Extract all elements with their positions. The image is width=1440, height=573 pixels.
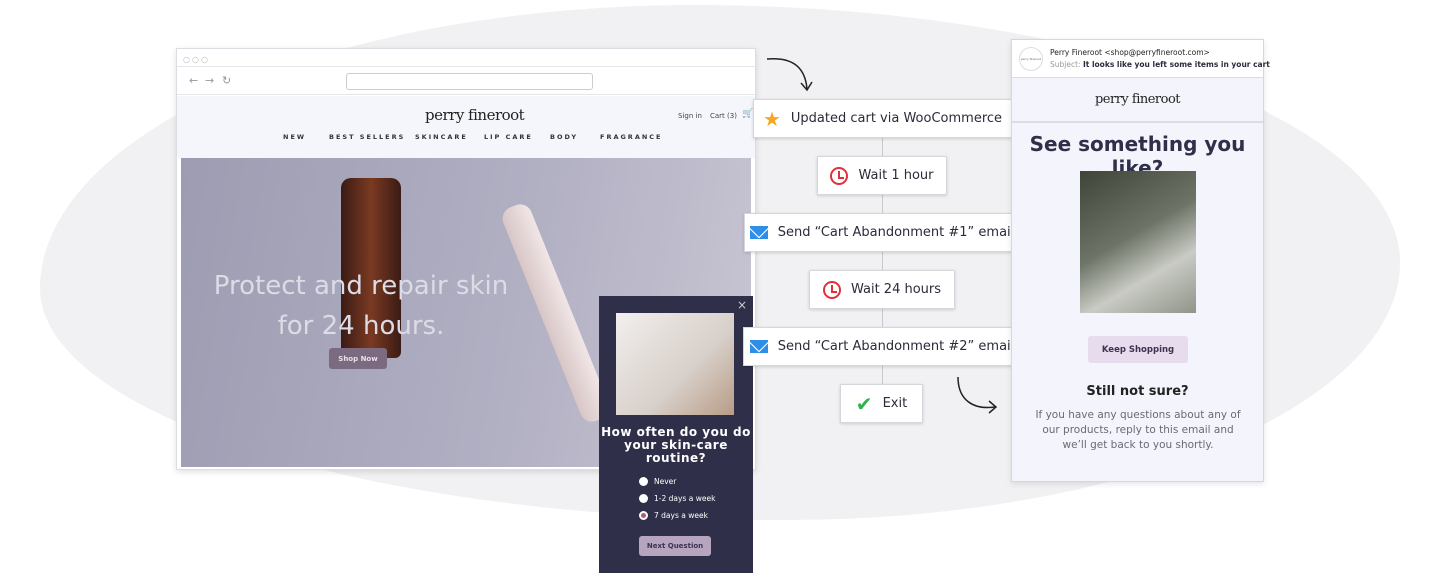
workflow-email-2[interactable]: Send “Cart Abandonment #2” email bbox=[743, 327, 1021, 366]
next-question-button[interactable]: Next Question bbox=[639, 536, 711, 556]
envelope-icon bbox=[749, 340, 768, 353]
radio-icon[interactable] bbox=[639, 494, 648, 503]
arrow-icon bbox=[766, 57, 813, 92]
popup-question: How often do you do your skin-care routi… bbox=[601, 425, 751, 465]
email-body-text: If you have any questions about any of o… bbox=[1035, 409, 1241, 451]
sign-in-link[interactable]: Sign in bbox=[678, 112, 702, 120]
email-from: Perry Fineroot <shop@perryfineroot.com> bbox=[1050, 48, 1210, 57]
email-logo: perry fineroot bbox=[1094, 92, 1181, 107]
hero-title: Protect and repair skin for 24 hours. bbox=[213, 271, 509, 341]
step-label: Exit bbox=[882, 396, 908, 411]
subject-text: It looks like you left some items in you… bbox=[1082, 60, 1270, 69]
menu-body[interactable]: BODY bbox=[550, 133, 578, 141]
step-label: Updated cart via WooCommerce bbox=[790, 111, 1003, 126]
clock-icon bbox=[830, 166, 849, 185]
arrow-icon bbox=[957, 376, 998, 414]
close-icon[interactable]: × bbox=[737, 298, 747, 312]
option-label: 7 days a week bbox=[654, 511, 708, 520]
star-icon: ★ bbox=[762, 106, 781, 131]
clock-icon bbox=[822, 280, 841, 299]
workflow-wait-1[interactable]: Wait 1 hour bbox=[817, 156, 947, 195]
option-label: 1-2 days a week bbox=[654, 494, 716, 503]
popup-image bbox=[616, 313, 734, 415]
address-bar[interactable] bbox=[346, 73, 593, 90]
back-icon[interactable]: ← bbox=[189, 74, 198, 87]
menu-new[interactable]: NEW bbox=[283, 133, 306, 141]
workflow-wait-2[interactable]: Wait 24 hours bbox=[809, 270, 955, 309]
option-1-2-days[interactable]: 1-2 days a week bbox=[639, 494, 715, 503]
email-subheading: Still not sure? bbox=[1086, 384, 1189, 399]
workflow-trigger[interactable]: ★ Updated cart via WooCommerce bbox=[753, 99, 1012, 138]
menu-skincare[interactable]: SKINCARE bbox=[415, 133, 468, 141]
email-logo-band: perry fineroot bbox=[1012, 78, 1263, 123]
quiz-popup: × How often do you do your skin-care rou… bbox=[599, 296, 753, 573]
keep-shopping-button[interactable]: Keep Shopping bbox=[1088, 336, 1188, 363]
email-preview: perry fineroot Perry Fineroot <shop@perr… bbox=[1011, 39, 1270, 482]
option-7-days[interactable]: 7 days a week bbox=[639, 511, 708, 520]
shop-logo[interactable]: perry fineroot bbox=[425, 106, 525, 124]
browser-toolbar: ← → ↻ bbox=[177, 66, 755, 95]
menu-lip-care[interactable]: LIP CARE bbox=[484, 133, 533, 141]
step-label: Send “Cart Abandonment #1” email bbox=[777, 225, 1015, 240]
option-label: Never bbox=[654, 477, 677, 486]
shop-now-button[interactable]: Shop Now bbox=[329, 348, 387, 369]
avatar: perry fineroot bbox=[1019, 47, 1043, 71]
step-label: Wait 1 hour bbox=[858, 168, 934, 183]
envelope-icon bbox=[749, 226, 768, 239]
radio-selected-icon[interactable] bbox=[639, 511, 648, 520]
menu-fragrance[interactable]: FRAGRANCE bbox=[600, 133, 663, 141]
browser-window: ○○○ ← → ↻ perry fineroot Sign in Cart (3… bbox=[176, 48, 756, 573]
step-label: Send “Cart Abandonment #2” email bbox=[777, 339, 1015, 354]
menu-best-sellers[interactable]: BEST SELLERS bbox=[329, 133, 405, 141]
email-subject: Subject: It looks like you left some ite… bbox=[1050, 60, 1270, 69]
check-icon: ✔ bbox=[855, 391, 873, 416]
workflow-email-1[interactable]: Send “Cart Abandonment #1” email bbox=[744, 213, 1020, 252]
email-product-image bbox=[1080, 171, 1196, 313]
cart-icon[interactable]: 🛒 bbox=[742, 109, 753, 119]
forward-icon[interactable]: → bbox=[205, 74, 214, 87]
radio-icon[interactable] bbox=[639, 477, 648, 486]
subject-label: Subject: bbox=[1050, 60, 1081, 69]
workflow-exit[interactable]: ✔ Exit bbox=[840, 384, 923, 423]
option-never[interactable]: Never bbox=[639, 477, 676, 486]
cart-link[interactable]: Cart (3) bbox=[710, 112, 737, 120]
window-controls[interactable]: ○○○ bbox=[183, 55, 210, 64]
step-label: Wait 24 hours bbox=[850, 282, 942, 297]
shop-header: perry fineroot Sign in Cart (3) 🛒 NEW BE… bbox=[177, 96, 755, 158]
reload-icon[interactable]: ↻ bbox=[222, 74, 231, 87]
hero-banner: Protect and repair skin for 24 hours. Sh… bbox=[181, 158, 753, 573]
email-header: perry fineroot Perry Fineroot <shop@perr… bbox=[1012, 40, 1270, 78]
